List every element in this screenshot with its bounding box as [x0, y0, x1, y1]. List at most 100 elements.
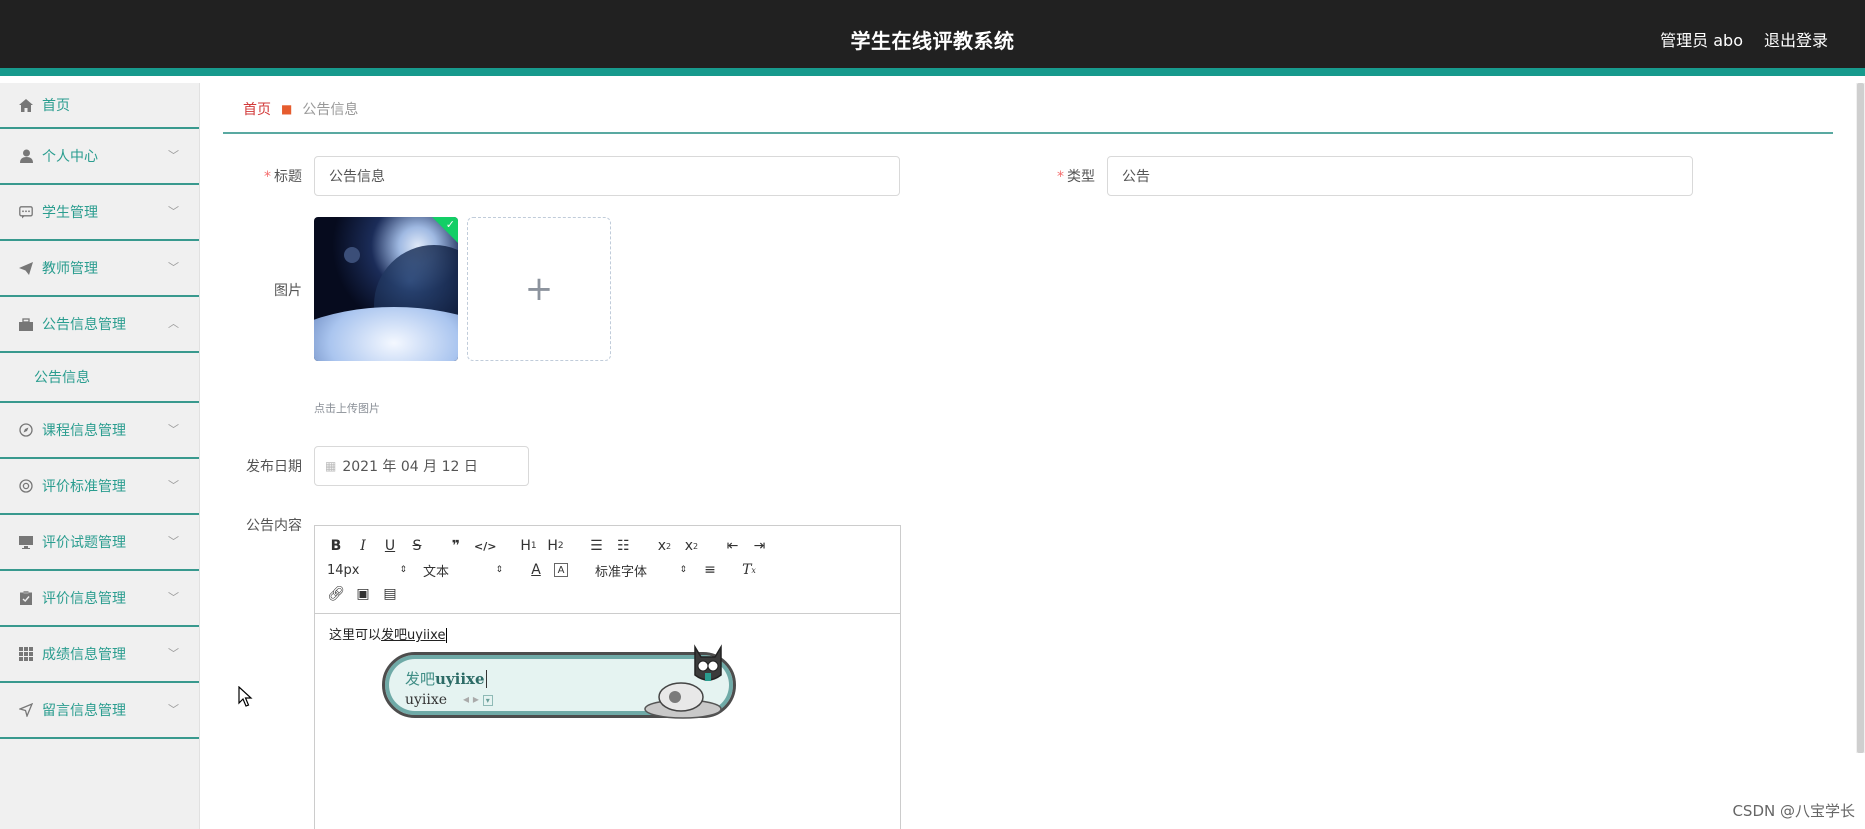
- bullet-list-icon[interactable]: ☷: [614, 537, 632, 555]
- sidebar-item-teachers[interactable]: 教师管理 ﹀: [0, 241, 199, 297]
- select-arrows-icon: ⇕: [495, 565, 503, 575]
- lifebuoy-icon: [18, 478, 34, 494]
- sidebar-item-announcement-management[interactable]: 公告信息管理 ︿: [0, 297, 199, 353]
- sidebar: 首页 个人中心 ﹀ 学生管理 ﹀ 教师管理 ﹀ 公告信息管理 ︿ 公告信息 课程…: [0, 83, 200, 829]
- top-bar: 学生在线评教系统 管理员 abo 退出登录: [0, 0, 1865, 76]
- sidebar-item-evaluations[interactable]: 评价信息管理 ﹀: [0, 571, 199, 627]
- publish-date-picker[interactable]: ▦ 2021 年 04 月 12 日: [314, 446, 529, 486]
- subscript-icon[interactable]: x2: [655, 537, 673, 555]
- chevron-down-icon: ﹀: [168, 423, 179, 436]
- chevron-down-icon: ﹀: [168, 479, 179, 492]
- superscript-icon[interactable]: x2: [682, 537, 700, 555]
- blockquote-icon[interactable]: ❞: [447, 537, 465, 555]
- background-color-icon[interactable]: A: [554, 563, 568, 577]
- indent-icon[interactable]: ⇥: [750, 537, 768, 555]
- bold-icon[interactable]: B: [327, 537, 345, 555]
- sidebar-item-messages[interactable]: 留言信息管理 ﹀: [0, 683, 199, 739]
- clear-format-icon[interactable]: Tx: [740, 561, 758, 579]
- compass-icon: [18, 422, 34, 438]
- title-input[interactable]: 公告信息: [314, 156, 900, 196]
- font-family-select[interactable]: 标准字体 ⇕: [595, 561, 687, 580]
- breadcrumb: 首页 ■ 公告信息: [223, 86, 1833, 134]
- send-icon: [18, 702, 34, 718]
- chevron-down-icon: ﹀: [168, 703, 179, 716]
- breadcrumb-current: 公告信息: [302, 102, 359, 118]
- italic-icon[interactable]: I: [354, 537, 372, 555]
- align-icon[interactable]: ≡: [701, 561, 719, 579]
- ime-candidate[interactable]: uyiixe: [405, 692, 447, 708]
- sidebar-item-label: 课程信息管理: [42, 423, 126, 439]
- image-upload-button[interactable]: +: [467, 217, 611, 361]
- sidebar-item-label: 评价信息管理: [42, 591, 126, 607]
- upload-tip: 点击上传图片: [314, 402, 380, 415]
- editor-text: 这里可以: [329, 628, 382, 643]
- heading-2-icon[interactable]: H2: [546, 537, 564, 555]
- page-scrollbar[interactable]: [1856, 83, 1865, 753]
- editor-content[interactable]: 这里可以发吧uyiixe: [329, 624, 448, 643]
- briefcase-icon: [18, 316, 34, 332]
- ime-page-arrows-icon[interactable]: ◂ ▸ ▾: [463, 692, 493, 706]
- breadcrumb-home-link[interactable]: 首页: [243, 99, 271, 119]
- sidebar-item-label: 留言信息管理: [42, 703, 126, 719]
- select-arrows-icon: ⇕: [679, 565, 687, 575]
- chevron-up-icon: ︿: [168, 317, 179, 330]
- editor-toolbar: B I U S ❞ </> H1 H2 ☰ ☷ x2 x2 ⇤ ⇥ 14px ⇕ …: [315, 526, 900, 614]
- sidebar-item-label: 公告信息管理: [42, 317, 126, 333]
- clipboard-icon: [18, 590, 34, 606]
- user-icon: [18, 148, 34, 164]
- sidebar-subitem-announcements[interactable]: 公告信息: [0, 353, 199, 403]
- editor-composing-text: 发吧uyiixe: [381, 628, 446, 643]
- chevron-down-icon: ﹀: [168, 261, 179, 274]
- underline-icon[interactable]: U: [381, 537, 399, 555]
- sidebar-item-students[interactable]: 学生管理 ﹀: [0, 185, 199, 241]
- font-color-icon[interactable]: A: [527, 561, 545, 579]
- chevron-down-icon: ﹀: [168, 647, 179, 660]
- check-icon: ✓: [445, 218, 455, 231]
- paragraph-format-select[interactable]: 文本 ⇕: [423, 561, 503, 580]
- strikethrough-icon[interactable]: S: [408, 537, 426, 555]
- mouse-cursor-icon: [238, 686, 253, 707]
- chat-icon: [18, 204, 34, 220]
- chevron-down-icon: ﹀: [168, 535, 179, 548]
- sidebar-item-label: 评价标准管理: [42, 479, 126, 495]
- image-icon[interactable]: ▣: [354, 585, 372, 603]
- chevron-down-icon: ﹀: [168, 591, 179, 604]
- sidebar-item-label: 评价试题管理: [42, 535, 126, 551]
- home-icon: [18, 97, 34, 113]
- watermark: CSDN @八宝学长: [1732, 802, 1855, 820]
- type-input[interactable]: 公告: [1107, 156, 1693, 196]
- app-title: 学生在线评教系统: [850, 29, 1015, 53]
- video-icon[interactable]: ▤: [381, 585, 399, 603]
- logout-link[interactable]: 退出登录: [1764, 27, 1828, 51]
- paper-plane-icon: [18, 260, 34, 276]
- sidebar-item-label: 首页: [42, 98, 70, 114]
- ordered-list-icon[interactable]: ☰: [587, 537, 605, 555]
- sidebar-item-label: 个人中心: [42, 149, 98, 165]
- outdent-icon[interactable]: ⇤: [723, 537, 741, 555]
- publish-date-label: 发布日期: [246, 459, 302, 475]
- sidebar-item-label: 学生管理: [42, 205, 98, 221]
- sidebar-item-home[interactable]: 首页: [0, 83, 199, 129]
- admin-user-label: 管理员 abo: [1660, 31, 1743, 50]
- chevron-down-icon: ﹀: [168, 205, 179, 218]
- image-label: 图片: [274, 283, 302, 299]
- monitor-icon: [18, 534, 34, 550]
- code-block-icon[interactable]: </>: [474, 537, 496, 555]
- link-icon[interactable]: 🔗︎: [327, 585, 345, 603]
- mascot-icon: [644, 644, 722, 719]
- ime-candidate-window: 发吧uyiixe uyiixe ◂ ▸ ▾: [382, 644, 736, 719]
- sidebar-item-questions[interactable]: 评价试题管理 ﹀: [0, 515, 199, 571]
- sidebar-item-grades[interactable]: 成绩信息管理 ﹀: [0, 627, 199, 683]
- uploaded-image-thumbnail[interactable]: ✓: [314, 217, 458, 361]
- header-accent-bar: [0, 68, 1865, 76]
- font-size-select[interactable]: 14px ⇕: [327, 561, 407, 579]
- sidebar-item-profile[interactable]: 个人中心 ﹀: [0, 129, 199, 185]
- content-label: 公告内容: [246, 518, 302, 534]
- sidebar-item-criteria[interactable]: 评价标准管理 ﹀: [0, 459, 199, 515]
- briefcase-icon: ■: [281, 102, 293, 116]
- scrollbar-thumb[interactable]: [1857, 83, 1864, 753]
- type-label: * 类型: [1057, 169, 1095, 185]
- plus-icon: +: [524, 269, 554, 309]
- sidebar-item-courses[interactable]: 课程信息管理 ﹀: [0, 403, 199, 459]
- heading-1-icon[interactable]: H1: [519, 537, 537, 555]
